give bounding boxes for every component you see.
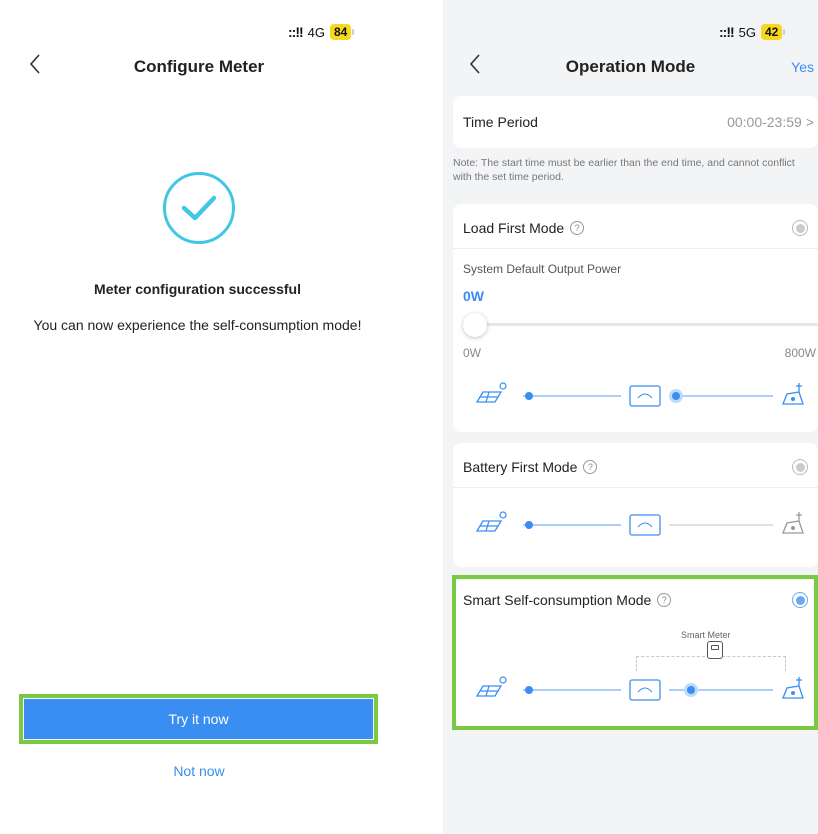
battery-icon [629, 385, 661, 407]
output-power-label: System Default Output Power [463, 262, 622, 276]
network-type: 4G [307, 24, 325, 40]
page-title: Operation Mode [565, 57, 696, 76]
flow-dot [525, 392, 533, 400]
time-period-label: Time Period [463, 114, 538, 130]
battery-level: 42 [761, 24, 783, 40]
slider-max-label: 800W [784, 346, 816, 360]
confirm-button[interactable]: Yes [791, 59, 814, 75]
help-icon[interactable]: ? [570, 221, 585, 235]
not-now-link[interactable]: Not now [0, 763, 398, 779]
success-check-icon [163, 172, 235, 244]
flow-dot [525, 521, 533, 529]
time-period-value: 00:00-23:59 [727, 114, 802, 130]
battery-first-mode-card[interactable]: Battery First Mode ? [453, 443, 818, 567]
help-icon[interactable]: ? [583, 460, 598, 474]
battery-icon: 42 [761, 24, 786, 40]
time-period-row[interactable]: Time Period 00:00-23:59 > [453, 96, 818, 148]
success-description: You can now experience the self-consumpt… [33, 317, 362, 333]
slider-min-label: 0W [463, 346, 481, 360]
battery-first-mode-title: Battery First Mode [463, 459, 578, 475]
battery-level: 84 [330, 24, 352, 40]
energy-flow-diagram [473, 507, 818, 541]
battery-icon: 84 [330, 24, 355, 40]
try-it-now-button[interactable]: Try it now [24, 699, 373, 739]
output-power-value: 0W [463, 288, 484, 304]
status-bar: ::!! 4G 84 [288, 24, 355, 40]
signal-icon: ::!! [719, 24, 735, 40]
load-first-radio[interactable] [792, 220, 808, 236]
solar-panel-icon [475, 511, 507, 532]
output-power-slider[interactable] [463, 313, 818, 337]
highlight-outline [452, 575, 818, 730]
energy-flow-diagram [473, 378, 818, 412]
check-icon [181, 195, 217, 221]
house-icon [782, 512, 804, 534]
house-icon [782, 383, 804, 405]
load-first-mode-title: Load First Mode [463, 220, 565, 236]
success-title: Meter configuration successful [94, 281, 301, 297]
chevron-right-icon: > [805, 114, 814, 130]
page-title: Configure Meter [133, 57, 265, 76]
configure-meter-screen: ::!! 4G 84 Configure Meter Meter configu… [0, 0, 395, 834]
solar-panel-icon [475, 382, 507, 403]
time-note: Note: The start time must be earlier tha… [453, 157, 795, 183]
battery-first-radio[interactable] [792, 459, 808, 475]
slider-thumb[interactable] [463, 313, 487, 337]
signal-icon: ::!! [288, 24, 304, 40]
load-first-mode-card[interactable]: Load First Mode ? System Default Output … [453, 204, 818, 432]
flow-dot [672, 392, 680, 400]
status-bar: ::!! 5G 42 [719, 24, 786, 40]
network-type: 5G [738, 24, 756, 40]
battery-icon [629, 514, 661, 536]
